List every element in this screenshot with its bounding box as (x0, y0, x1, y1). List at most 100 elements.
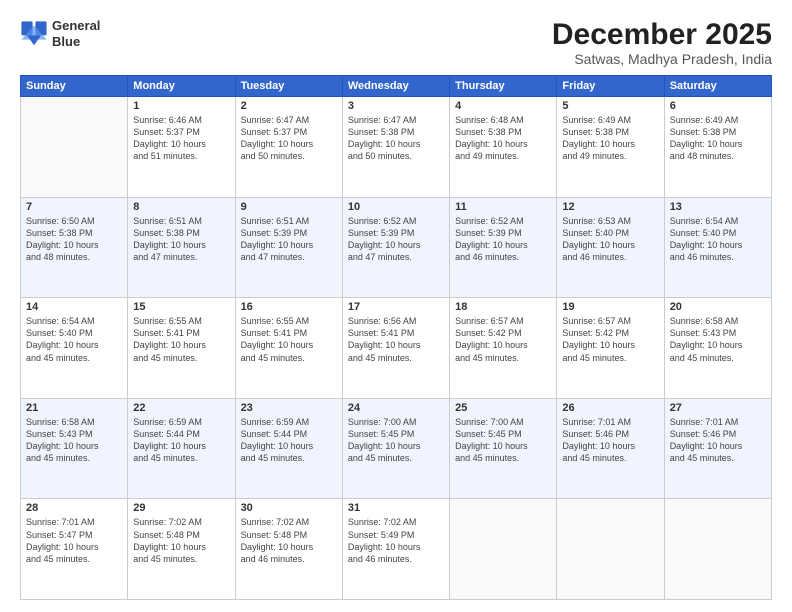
logo: General Blue (20, 18, 100, 49)
day-number: 8 (133, 201, 229, 213)
day-info: Sunrise: 6:49 AM Sunset: 5:38 PM Dayligh… (562, 114, 658, 163)
day-number: 29 (133, 502, 229, 514)
calendar-day-cell: 6Sunrise: 6:49 AM Sunset: 5:38 PM Daylig… (664, 97, 771, 198)
day-info: Sunrise: 7:01 AM Sunset: 5:47 PM Dayligh… (26, 516, 122, 565)
calendar-day-cell: 22Sunrise: 6:59 AM Sunset: 5:44 PM Dayli… (128, 398, 235, 499)
calendar-day-cell: 10 Sunrise: 6:52 AM Sunset: 5:39 PM Dayli… (342, 197, 449, 298)
calendar-header-cell: Saturday (664, 76, 771, 97)
day-number: 27 (670, 402, 766, 414)
day-number: 6 (670, 100, 766, 112)
day-number: 3 (348, 100, 444, 112)
day-info: Sunrise: 6:54 AM Sunset: 5:40 PM Dayligh… (26, 315, 122, 364)
day-number: 4 (455, 100, 551, 112)
day-info: Sunrise: 6:53 AM Sunset: 5:40 PM Dayligh… (562, 215, 658, 264)
day-info: Sunrise: 6:57 AM Sunset: 5:42 PM Dayligh… (455, 315, 551, 364)
day-number: 2 (241, 100, 337, 112)
day-number: 25 (455, 402, 551, 414)
calendar-day-cell: 2Sunrise: 6:47 AM Sunset: 5:37 PM Daylig… (235, 97, 342, 198)
calendar-header-cell: Wednesday (342, 76, 449, 97)
calendar-week-row: 1 Sunrise: 6:46 AM Sunset: 5:37 PM Daylig… (21, 97, 772, 198)
day-info: Sunrise: 6:46 AM Sunset: 5:37 PM Dayligh… (133, 114, 229, 163)
day-number: 21 (26, 402, 122, 414)
calendar-day-cell: 4Sunrise: 6:48 AM Sunset: 5:38 PM Daylig… (450, 97, 557, 198)
calendar-subtitle: Satwas, Madhya Pradesh, India (552, 51, 772, 67)
day-number: 15 (133, 301, 229, 313)
calendar-header-row: SundayMondayTuesdayWednesdayThursdayFrid… (21, 76, 772, 97)
calendar-day-cell: 24 Sunrise: 7:00 AM Sunset: 5:45 PM Dayli… (342, 398, 449, 499)
calendar-day-cell: 9Sunrise: 6:51 AM Sunset: 5:39 PM Daylig… (235, 197, 342, 298)
day-number: 18 (455, 301, 551, 313)
calendar-day-cell: 5 Sunrise: 6:49 AM Sunset: 5:38 PM Daylig… (557, 97, 664, 198)
day-number: 1 (133, 100, 229, 112)
calendar-header-cell: Friday (557, 76, 664, 97)
title-block: December 2025 Satwas, Madhya Pradesh, In… (552, 18, 772, 67)
day-info: Sunrise: 6:52 AM Sunset: 5:39 PM Dayligh… (455, 215, 551, 264)
calendar-day-cell (21, 97, 128, 198)
day-info: Sunrise: 7:00 AM Sunset: 5:45 PM Dayligh… (455, 416, 551, 465)
day-number: 9 (241, 201, 337, 213)
day-number: 11 (455, 201, 551, 213)
calendar-week-row: 21 Sunrise: 6:58 AM Sunset: 5:43 PM Dayli… (21, 398, 772, 499)
day-number: 26 (562, 402, 658, 414)
day-info: Sunrise: 6:55 AM Sunset: 5:41 PM Dayligh… (133, 315, 229, 364)
day-number: 17 (348, 301, 444, 313)
calendar-day-cell: 8 Sunrise: 6:51 AM Sunset: 5:38 PM Daylig… (128, 197, 235, 298)
calendar-day-cell: 29Sunrise: 7:02 AM Sunset: 5:48 PM Dayli… (128, 499, 235, 600)
day-number: 24 (348, 402, 444, 414)
day-number: 13 (670, 201, 766, 213)
calendar-table: SundayMondayTuesdayWednesdayThursdayFrid… (20, 75, 772, 600)
calendar-day-cell (557, 499, 664, 600)
day-info: Sunrise: 7:02 AM Sunset: 5:48 PM Dayligh… (241, 516, 337, 565)
calendar-day-cell: 14 Sunrise: 6:54 AM Sunset: 5:40 PM Dayli… (21, 298, 128, 399)
calendar-header-cell: Monday (128, 76, 235, 97)
calendar-day-cell (450, 499, 557, 600)
day-number: 20 (670, 301, 766, 313)
day-info: Sunrise: 7:00 AM Sunset: 5:45 PM Dayligh… (348, 416, 444, 465)
day-number: 30 (241, 502, 337, 514)
day-info: Sunrise: 7:01 AM Sunset: 5:46 PM Dayligh… (670, 416, 766, 465)
day-info: Sunrise: 6:58 AM Sunset: 5:43 PM Dayligh… (670, 315, 766, 364)
calendar-day-cell: 17 Sunrise: 6:56 AM Sunset: 5:41 PM Dayli… (342, 298, 449, 399)
day-number: 31 (348, 502, 444, 514)
day-number: 28 (26, 502, 122, 514)
calendar-day-cell: 1 Sunrise: 6:46 AM Sunset: 5:37 PM Daylig… (128, 97, 235, 198)
day-info: Sunrise: 6:50 AM Sunset: 5:38 PM Dayligh… (26, 215, 122, 264)
header: General Blue December 2025 Satwas, Madhy… (20, 18, 772, 67)
day-info: Sunrise: 6:58 AM Sunset: 5:43 PM Dayligh… (26, 416, 122, 465)
calendar-header-cell: Sunday (21, 76, 128, 97)
calendar-day-cell (664, 499, 771, 600)
day-info: Sunrise: 6:52 AM Sunset: 5:39 PM Dayligh… (348, 215, 444, 264)
calendar-day-cell: 18 Sunrise: 6:57 AM Sunset: 5:42 PM Dayli… (450, 298, 557, 399)
calendar-week-row: 7 Sunrise: 6:50 AM Sunset: 5:38 PM Daylig… (21, 197, 772, 298)
day-number: 14 (26, 301, 122, 313)
calendar-day-cell: 30 Sunrise: 7:02 AM Sunset: 5:48 PM Dayli… (235, 499, 342, 600)
day-info: Sunrise: 6:59 AM Sunset: 5:44 PM Dayligh… (241, 416, 337, 465)
calendar-header-cell: Thursday (450, 76, 557, 97)
day-info: Sunrise: 7:02 AM Sunset: 5:49 PM Dayligh… (348, 516, 444, 565)
day-number: 12 (562, 201, 658, 213)
calendar-day-cell: 3Sunrise: 6:47 AM Sunset: 5:38 PM Daylig… (342, 97, 449, 198)
day-number: 10 (348, 201, 444, 213)
day-number: 19 (562, 301, 658, 313)
calendar-week-row: 14 Sunrise: 6:54 AM Sunset: 5:40 PM Dayli… (21, 298, 772, 399)
calendar-body: 1 Sunrise: 6:46 AM Sunset: 5:37 PM Daylig… (21, 97, 772, 600)
day-info: Sunrise: 6:57 AM Sunset: 5:42 PM Dayligh… (562, 315, 658, 364)
calendar-day-cell: 19 Sunrise: 6:57 AM Sunset: 5:42 PM Dayli… (557, 298, 664, 399)
calendar-day-cell: 16Sunrise: 6:55 AM Sunset: 5:41 PM Dayli… (235, 298, 342, 399)
calendar-day-cell: 23Sunrise: 6:59 AM Sunset: 5:44 PM Dayli… (235, 398, 342, 499)
calendar-week-row: 28 Sunrise: 7:01 AM Sunset: 5:47 PM Dayli… (21, 499, 772, 600)
calendar-title: December 2025 (552, 18, 772, 51)
day-info: Sunrise: 6:56 AM Sunset: 5:41 PM Dayligh… (348, 315, 444, 364)
day-number: 22 (133, 402, 229, 414)
day-number: 7 (26, 201, 122, 213)
day-number: 5 (562, 100, 658, 112)
calendar-day-cell: 27 Sunrise: 7:01 AM Sunset: 5:46 PM Dayli… (664, 398, 771, 499)
calendar-day-cell: 13Sunrise: 6:54 AM Sunset: 5:40 PM Dayli… (664, 197, 771, 298)
day-info: Sunrise: 6:51 AM Sunset: 5:38 PM Dayligh… (133, 215, 229, 264)
calendar-day-cell: 7 Sunrise: 6:50 AM Sunset: 5:38 PM Daylig… (21, 197, 128, 298)
calendar-day-cell: 20 Sunrise: 6:58 AM Sunset: 5:43 PM Dayli… (664, 298, 771, 399)
calendar-day-cell: 31 Sunrise: 7:02 AM Sunset: 5:49 PM Dayli… (342, 499, 449, 600)
calendar-day-cell: 28 Sunrise: 7:01 AM Sunset: 5:47 PM Dayli… (21, 499, 128, 600)
logo-text: General Blue (52, 18, 100, 49)
calendar-day-cell: 12 Sunrise: 6:53 AM Sunset: 5:40 PM Dayli… (557, 197, 664, 298)
